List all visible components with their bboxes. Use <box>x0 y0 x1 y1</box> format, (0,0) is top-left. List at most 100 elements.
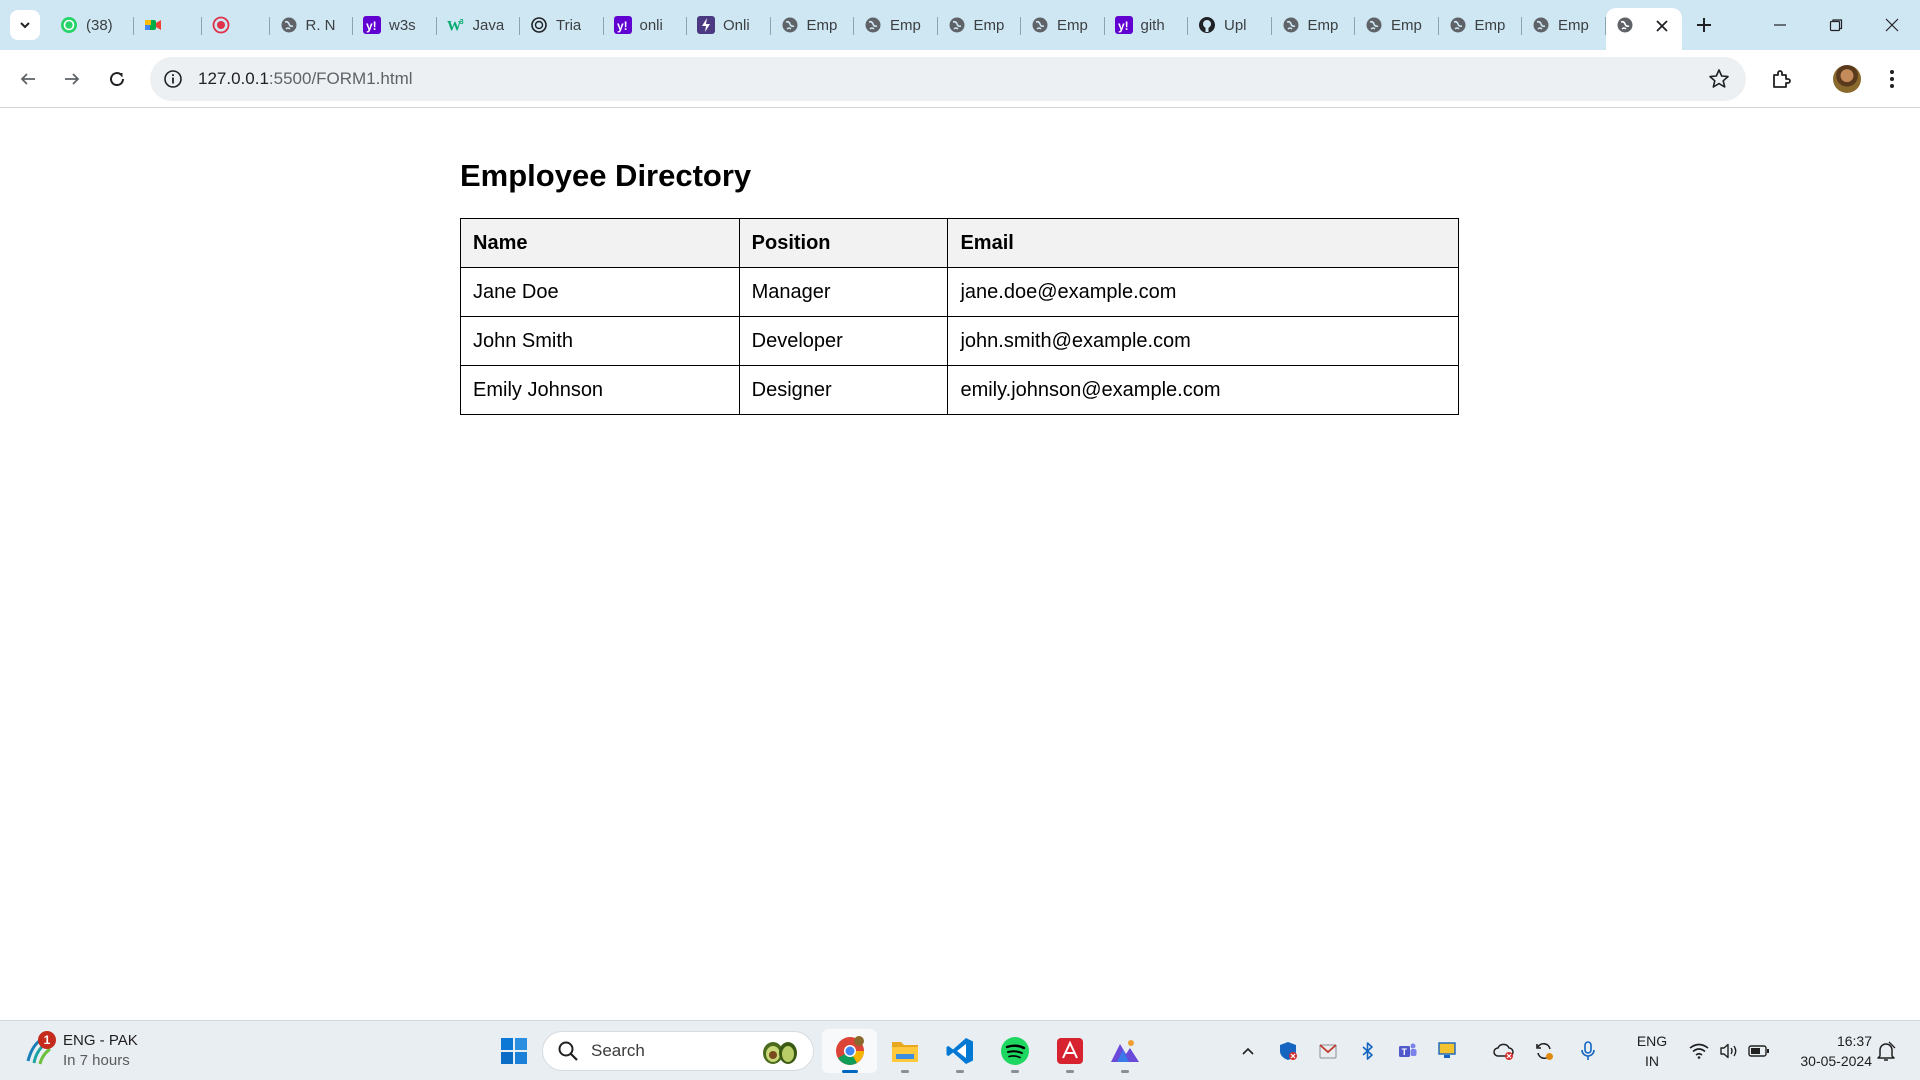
forward-button[interactable] <box>56 63 88 95</box>
address-bar[interactable]: 127.0.0.1:5500/FORM1.html <box>150 57 1746 101</box>
cell-email: jane.doe@example.com <box>947 267 1459 317</box>
tab-java[interactable]: W3 Java <box>437 8 520 42</box>
column-header-name: Name <box>460 218 740 268</box>
cell-position: Designer <box>738 365 949 415</box>
notification-badge: 1 <box>38 1031 56 1049</box>
globe-icon <box>1616 16 1634 34</box>
tab-github-yahoo[interactable]: y! gith <box>1105 8 1188 42</box>
cell-position: Manager <box>738 267 949 317</box>
tab-upload-github[interactable]: Upl <box>1188 8 1272 42</box>
chrome-icon <box>835 1036 864 1065</box>
back-button[interactable] <box>12 63 44 95</box>
notifications-bell-icon[interactable] <box>1874 1039 1898 1063</box>
yahoo-icon: y! <box>363 16 381 34</box>
tab-employee-5[interactable]: Emp <box>1272 8 1355 42</box>
close-window-button[interactable] <box>1864 0 1920 50</box>
reload-button[interactable] <box>101 63 133 95</box>
cell-name: Emily Johnson <box>460 365 740 415</box>
tab-employee-6[interactable]: Emp <box>1355 8 1439 42</box>
taskbar-spotify[interactable] <box>987 1029 1042 1073</box>
taskbar-chrome[interactable] <box>822 1029 877 1073</box>
record-icon <box>212 16 230 34</box>
w-logo-icon: W3 <box>447 16 465 34</box>
wifi-icon <box>1684 1029 1714 1073</box>
tab-employee-7[interactable]: Emp <box>1439 8 1522 42</box>
spotify-icon <box>1000 1037 1029 1065</box>
tab-search-button[interactable] <box>10 10 40 40</box>
taskbar-file-explorer[interactable] <box>877 1029 932 1073</box>
tray-microphone[interactable] <box>1568 1029 1608 1073</box>
minimize-icon <box>1774 24 1786 26</box>
tray-security[interactable] <box>1268 1029 1308 1073</box>
taskbar-search[interactable]: Search <box>542 1031 814 1071</box>
taskbar-app-mountain[interactable] <box>1097 1029 1152 1073</box>
tab-employee-8[interactable]: Emp <box>1522 8 1606 42</box>
search-icon <box>558 1041 578 1061</box>
search-label: Search <box>591 1041 645 1060</box>
bookmark-star-icon[interactable] <box>1708 68 1730 90</box>
tab-whatsapp[interactable]: (38) <box>50 8 134 42</box>
tab-active[interactable] <box>1605 8 1682 50</box>
tray-sync[interactable] <box>1524 1029 1564 1073</box>
cell-email: emily.johnson@example.com <box>947 365 1459 415</box>
show-hidden-icons-button[interactable] <box>1228 1029 1268 1073</box>
tray-mail[interactable] <box>1308 1029 1348 1073</box>
tab-employee-3[interactable]: Emp <box>938 8 1021 42</box>
globe-icon <box>864 16 882 34</box>
start-button[interactable] <box>492 1029 536 1073</box>
tray-teams[interactable]: T <box>1388 1029 1428 1073</box>
cloud-icon <box>1493 1043 1514 1060</box>
tab-r-n[interactable]: R. N <box>270 8 353 42</box>
globe-icon <box>1532 16 1550 34</box>
tab-online-1[interactable]: y! onli <box>604 8 687 42</box>
tray-display[interactable] <box>1428 1029 1468 1073</box>
profile-avatar[interactable] <box>1833 65 1861 93</box>
close-icon <box>1885 18 1899 32</box>
acrobat-icon <box>1056 1038 1083 1064</box>
restore-button[interactable] <box>1808 0 1864 50</box>
monitor-icon <box>1438 1042 1456 1058</box>
taskbar-vscode[interactable] <box>932 1029 987 1073</box>
tab-employee-2[interactable]: Emp <box>854 8 938 42</box>
clock[interactable]: 16:37 30-05-2024 <box>1782 1031 1872 1071</box>
extensions-button[interactable] <box>1765 63 1797 95</box>
globe-icon <box>280 16 298 34</box>
svg-text:T: T <box>1402 1047 1408 1057</box>
svg-text:y!: y! <box>1118 19 1129 33</box>
svg-text:y!: y! <box>617 19 628 33</box>
table-row: Jane Doe Manager jane.doe@example.com <box>460 267 1459 317</box>
globe-icon <box>1365 16 1383 34</box>
tab-trial[interactable]: Tria <box>520 8 604 42</box>
url-text[interactable]: 127.0.0.1:5500/FORM1.html <box>198 69 413 89</box>
tab-employee-4[interactable]: Emp <box>1021 8 1105 42</box>
chevron-down-icon <box>20 22 30 29</box>
table-row: Emily Johnson Designer emily.johnson@exa… <box>460 365 1459 415</box>
new-tab-button[interactable] <box>1686 8 1722 42</box>
column-header-position: Position <box>738 218 949 268</box>
site-info-icon[interactable] <box>162 68 184 90</box>
tab-record[interactable] <box>202 8 270 42</box>
folder-icon <box>891 1042 918 1062</box>
quick-settings[interactable] <box>1684 1029 1774 1073</box>
input-language-indicator[interactable]: ENG IN <box>1632 1031 1672 1071</box>
menu-button[interactable] <box>1876 63 1908 95</box>
avocado-icon <box>763 1042 797 1064</box>
vscode-icon <box>946 1038 973 1064</box>
sync-icon <box>1536 1043 1553 1060</box>
taskbar-acrobat[interactable] <box>1042 1029 1097 1073</box>
weather-widget[interactable]: 1 ENG - PAK In 7 hours <box>22 1029 138 1073</box>
close-tab-icon[interactable] <box>1654 18 1670 34</box>
tab-online-2[interactable]: Onli <box>687 8 771 42</box>
widget-title: ENG - PAK <box>63 1032 138 1049</box>
mountain-app-icon <box>1110 1040 1139 1062</box>
more-vertical-icon <box>1890 70 1894 88</box>
tab-w3s[interactable]: y! w3s <box>353 8 437 42</box>
volume-icon <box>1714 1029 1744 1073</box>
puzzle-icon <box>1773 70 1791 88</box>
tab-google-meet[interactable] <box>134 8 202 42</box>
tab-employee-1[interactable]: Emp <box>771 8 854 42</box>
tray-onedrive[interactable] <box>1484 1029 1524 1073</box>
minimize-button[interactable] <box>1752 0 1808 50</box>
tray-bluetooth[interactable] <box>1348 1029 1388 1073</box>
cell-email: john.smith@example.com <box>947 316 1459 366</box>
